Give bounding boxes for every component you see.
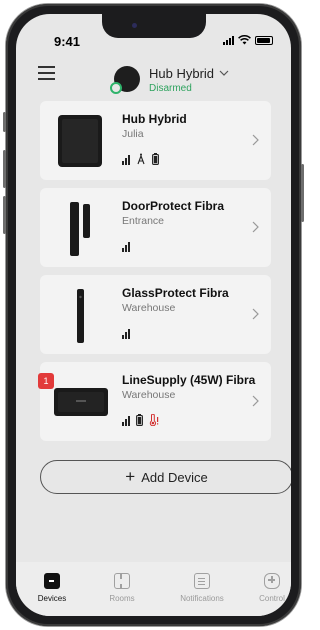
device-card-doorprotect-fibra[interactable]: DoorProtect Fibra Entrance	[40, 188, 271, 267]
doorprotect-device-image	[70, 202, 90, 256]
device-location: Julia	[122, 128, 144, 140]
device-status-icons	[122, 327, 130, 339]
notch	[102, 14, 206, 38]
device-name: GlassProtect Fibra	[122, 286, 229, 300]
control-icon	[264, 573, 280, 589]
device-location: Warehouse	[122, 302, 176, 314]
device-location: Warehouse	[122, 389, 176, 401]
device-card-glassprotect-fibra[interactable]: GlassProtect Fibra Warehouse	[40, 275, 271, 354]
volume-up-button	[3, 150, 6, 188]
notifications-icon	[194, 573, 210, 589]
device-name: LineSupply (45W) Fibra	[122, 373, 256, 387]
app-header: Hub Hybrid Disarmed	[16, 52, 291, 102]
hub-status-ring-icon	[110, 82, 122, 94]
device-card-linesupply-fibra[interactable]: LineSupply (45W) Fibra Warehouse	[40, 362, 271, 441]
status-icons	[223, 35, 273, 45]
linesupply-device-image	[54, 388, 108, 416]
volume-down-button	[3, 196, 6, 234]
bottom-tab-bar: Devices Rooms Notifications Control	[16, 562, 291, 616]
tab-devices[interactable]: Devices	[22, 573, 82, 603]
tab-control[interactable]: Control	[242, 573, 291, 603]
device-status-icons	[122, 240, 130, 252]
hub-selector[interactable]: Hub Hybrid	[149, 66, 214, 81]
rooms-icon	[114, 573, 130, 589]
menu-icon[interactable]	[38, 66, 55, 80]
device-card-hub-hybrid[interactable]: Hub Hybrid Julia	[40, 101, 271, 180]
hub-device-image	[58, 115, 102, 167]
tab-label: Notifications	[180, 594, 224, 603]
tab-label: Rooms	[109, 594, 135, 603]
status-time: 9:41	[54, 34, 81, 49]
signal-icon	[122, 329, 130, 339]
add-device-label: Add Device	[141, 469, 208, 485]
signal-icon	[122, 416, 130, 426]
device-name: DoorProtect Fibra	[122, 199, 225, 213]
front-camera	[132, 23, 137, 28]
hub-status-text: Disarmed	[149, 83, 192, 94]
signal-icon	[122, 242, 130, 252]
tab-label: Control	[259, 594, 285, 603]
device-name: Hub Hybrid	[122, 112, 187, 126]
plus-icon: +	[125, 466, 136, 486]
chevron-right-icon	[252, 221, 259, 233]
wifi-icon	[238, 35, 251, 45]
add-device-button[interactable]: + Add Device	[40, 460, 291, 494]
glassprotect-device-image	[77, 289, 84, 343]
signal-icon	[122, 155, 130, 165]
device-status-icons	[122, 414, 160, 426]
cellular-signal-icon	[223, 35, 234, 45]
battery-icon	[151, 153, 159, 165]
device-status-icons	[122, 153, 159, 165]
mute-switch	[3, 112, 6, 132]
tab-rooms[interactable]: Rooms	[92, 573, 152, 603]
chevron-right-icon	[252, 308, 259, 320]
chevron-right-icon	[252, 395, 259, 407]
chevron-down-icon[interactable]	[219, 68, 229, 78]
power-button	[301, 164, 304, 222]
chevron-right-icon	[252, 134, 259, 146]
battery-status-icon	[255, 35, 273, 45]
app-screen: 9:41 Hub Hybrid Disarmed Hub Hybrid Juli…	[16, 14, 291, 616]
tab-notifications[interactable]: Notifications	[172, 573, 232, 603]
device-location: Entrance	[122, 215, 165, 227]
battery-icon	[135, 414, 143, 426]
tab-label: Devices	[37, 594, 67, 603]
antenna-icon	[136, 153, 145, 165]
temperature-alert-icon	[149, 414, 158, 426]
phone-frame: 9:41 Hub Hybrid Disarmed Hub Hybrid Juli…	[3, 4, 304, 626]
alert-count-badge: 1	[38, 373, 54, 389]
devices-icon	[44, 573, 60, 589]
